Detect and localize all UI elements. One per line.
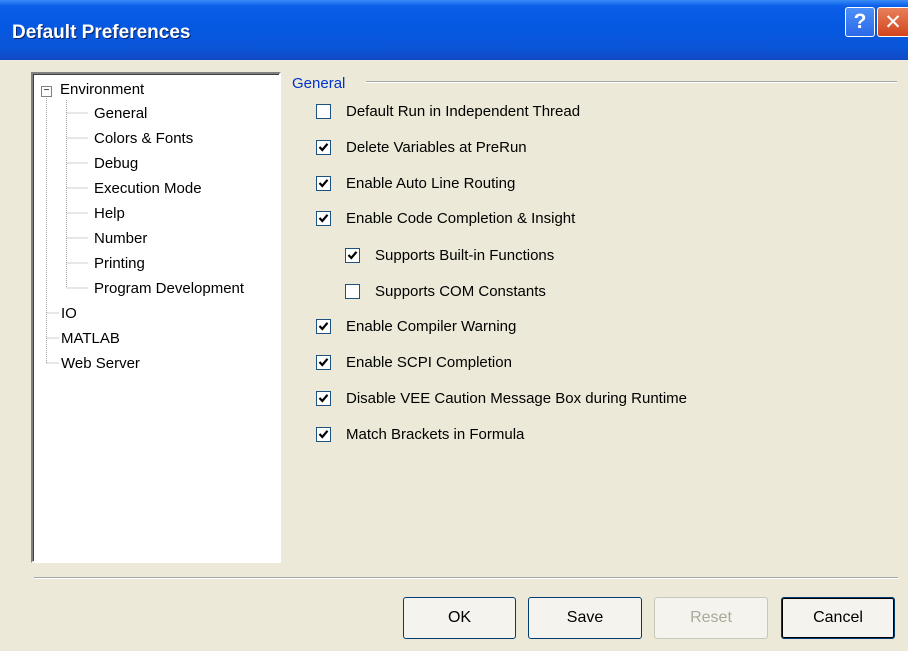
preferences-tree[interactable]: − Environment General Colors & Fonts Deb…	[31, 72, 281, 563]
group-divider	[366, 81, 897, 83]
checkmark-icon	[318, 393, 329, 403]
checkbox[interactable]	[316, 210, 331, 226]
tree-item-io[interactable]: IO	[61, 304, 77, 324]
checkbox[interactable]	[316, 175, 331, 191]
option-label: Enable Compiler Warning	[346, 317, 517, 335]
title-bar[interactable]: Default Preferences ? ✕	[0, 0, 908, 60]
checkmark-icon	[318, 142, 329, 152]
checkbox[interactable]	[316, 390, 331, 406]
option-enable-compiler-warning[interactable]: Enable Compiler Warning	[316, 316, 516, 336]
option-label: Supports COM Constants	[375, 282, 546, 300]
checkmark-icon	[318, 321, 329, 331]
option-label: Enable Auto Line Routing	[346, 174, 516, 192]
checkbox[interactable]	[345, 283, 360, 299]
option-label: Supports Built-in Functions	[375, 246, 555, 264]
tree-item-number[interactable]: Number	[94, 229, 147, 249]
tree-item-colors-fonts[interactable]: Colors & Fonts	[94, 129, 193, 149]
cancel-button-label: Cancel	[813, 609, 863, 626]
save-button-label: Save	[566, 609, 604, 626]
help-button[interactable]: ?	[845, 7, 875, 37]
tree-item-web-server[interactable]: Web Server	[61, 354, 140, 374]
option-enable-code-completion[interactable]: Enable Code Completion & Insight	[316, 208, 575, 228]
checkbox[interactable]	[316, 139, 331, 155]
tree-item-help[interactable]: Help	[94, 204, 125, 224]
tree-item-debug[interactable]: Debug	[94, 154, 138, 174]
checkmark-icon	[318, 178, 329, 188]
reset-button-label: Reset	[690, 609, 732, 626]
option-delete-variables-prerun[interactable]: Delete Variables at PreRun	[316, 137, 527, 157]
save-button[interactable]: Save	[528, 597, 642, 639]
cancel-button[interactable]: Cancel	[781, 597, 895, 639]
tree-item-printing[interactable]: Printing	[94, 254, 145, 274]
checkbox[interactable]	[316, 426, 331, 442]
option-supports-built-in-functions[interactable]: Supports Built-in Functions	[345, 245, 554, 265]
footer-separator	[34, 577, 898, 579]
option-supports-com-constants[interactable]: Supports COM Constants	[345, 281, 546, 301]
option-label: Delete Variables at PreRun	[346, 138, 527, 156]
checkbox[interactable]	[316, 354, 331, 370]
option-label: Enable Code Completion & Insight	[346, 209, 576, 227]
checkbox[interactable]	[345, 247, 360, 263]
checkmark-icon	[318, 213, 329, 223]
group-label-general: General	[292, 75, 346, 92]
close-button[interactable]: ✕	[877, 7, 908, 37]
tree-collapse-icon[interactable]: −	[41, 86, 52, 97]
checkmark-icon	[318, 357, 329, 367]
tree-item-environment[interactable]: Environment	[60, 80, 144, 100]
option-disable-vee-caution[interactable]: Disable VEE Caution Message Box during R…	[316, 388, 687, 408]
checkmark-icon	[347, 250, 358, 260]
ok-button-label: OK	[447, 609, 472, 626]
checkbox[interactable]	[316, 318, 331, 334]
tree-item-execution-mode[interactable]: Execution Mode	[94, 179, 202, 199]
close-icon: ✕	[884, 10, 902, 34]
tree-item-program-development[interactable]: Program Development	[94, 279, 244, 299]
option-label: Disable VEE Caution Message Box during R…	[346, 389, 688, 407]
checkbox[interactable]	[316, 103, 331, 119]
option-label: Enable SCPI Completion	[346, 353, 512, 371]
option-default-run-independent-thread[interactable]: Default Run in Independent Thread	[316, 101, 580, 121]
window-title: Default Preferences	[12, 22, 191, 43]
ok-button[interactable]: OK	[403, 597, 516, 639]
option-label: Match Brackets in Formula	[346, 425, 525, 443]
option-label: Default Run in Independent Thread	[346, 102, 581, 120]
tree-item-general[interactable]: General	[94, 104, 147, 124]
option-enable-auto-line-routing[interactable]: Enable Auto Line Routing	[316, 173, 515, 193]
option-enable-scpi-completion[interactable]: Enable SCPI Completion	[316, 352, 512, 372]
checkmark-icon	[318, 429, 329, 439]
reset-button[interactable]: Reset	[654, 597, 768, 639]
option-match-brackets[interactable]: Match Brackets in Formula	[316, 424, 524, 444]
tree-item-matlab[interactable]: MATLAB	[61, 329, 120, 349]
help-icon: ?	[853, 10, 867, 33]
